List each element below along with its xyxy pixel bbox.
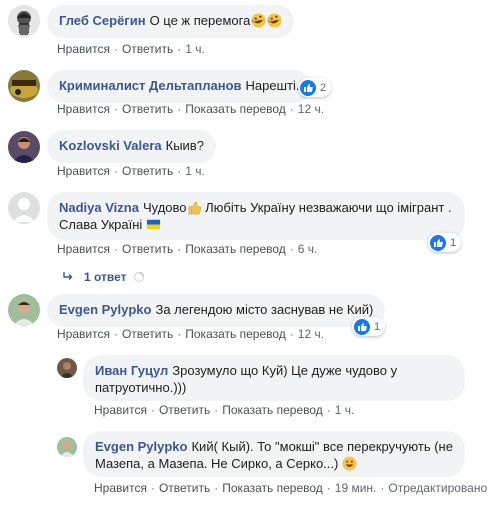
avatar[interactable] bbox=[8, 294, 40, 326]
comment-text: Чудово bbox=[142, 200, 187, 215]
avatar[interactable] bbox=[8, 70, 40, 102]
like-link[interactable]: Нравится bbox=[57, 42, 110, 56]
translate-link[interactable]: Показать перевод bbox=[222, 481, 323, 495]
comment-actions: Нравится · Ответить · 1 ч. bbox=[57, 164, 205, 178]
edited-label[interactable]: Отредактировано bbox=[388, 481, 487, 495]
author-name[interactable]: Nadiya Vizna bbox=[59, 200, 139, 215]
view-replies-link[interactable]: 1 ответ bbox=[62, 269, 145, 285]
loading-spinner-icon bbox=[133, 271, 145, 283]
comment-text: За легендою місто заснував не Кий) bbox=[155, 302, 374, 317]
thumbs-up-emoji bbox=[188, 201, 201, 215]
timestamp[interactable]: 6 ч. bbox=[298, 242, 318, 256]
ukraine-flag-emoji bbox=[146, 219, 160, 230]
grinning-face-emoji bbox=[342, 456, 357, 471]
like-link[interactable]: Нравится bbox=[94, 481, 147, 495]
comment-bubble: Evgen Pylypko За легендою місто заснував … bbox=[47, 294, 386, 327]
timestamp[interactable]: 12 ч. bbox=[298, 327, 324, 341]
comment-bubble: Kozlovski Valera Кыив? bbox=[47, 130, 216, 163]
reply-link[interactable]: Ответить bbox=[122, 327, 173, 341]
reaction-number: 1 bbox=[450, 236, 457, 249]
comment-actions: Нравится · Ответить · Показать перевод · 6 ч. bbox=[57, 242, 318, 256]
translate-link[interactable]: Показать перевод bbox=[185, 102, 286, 116]
translate-link[interactable]: Показать перевод bbox=[222, 403, 323, 417]
reaction-count[interactable]: 1 bbox=[352, 317, 386, 336]
reaction-count[interactable]: 1 bbox=[428, 233, 462, 252]
author-name[interactable]: Иван Гуцул bbox=[95, 363, 168, 378]
reply-link[interactable]: Ответить bbox=[122, 102, 173, 116]
timestamp[interactable]: 19 мин. bbox=[335, 481, 377, 495]
reply-count: 1 ответ bbox=[84, 270, 127, 284]
reply-link[interactable]: Ответить bbox=[122, 164, 173, 178]
timestamp[interactable]: 1 ч. bbox=[185, 42, 205, 56]
author-name[interactable]: Криминалист Дельтапланов bbox=[59, 78, 242, 93]
avatar[interactable] bbox=[57, 437, 77, 457]
like-reaction-icon bbox=[354, 318, 370, 335]
avatar[interactable] bbox=[8, 131, 40, 163]
comment-actions: Нравится · Ответить · Показать перевод · 19 ми… bbox=[94, 481, 488, 495]
timestamp[interactable]: 1 ч. bbox=[185, 164, 205, 178]
comment-text: Кыив? bbox=[165, 138, 204, 153]
like-reaction-icon bbox=[300, 79, 316, 96]
comment-actions: Нравится · Ответить · 1 ч. bbox=[57, 42, 205, 56]
reply-link[interactable]: Ответить bbox=[159, 481, 210, 495]
reaction-number: 1 bbox=[374, 320, 381, 333]
reply-link[interactable]: Ответить bbox=[122, 242, 173, 256]
comment-actions: Нравится · Ответить · Показать перевод · 12 ч. bbox=[57, 327, 325, 341]
comment-bubble: Глеб Серёгин О це ж перемога bbox=[47, 5, 295, 38]
like-link[interactable]: Нравится bbox=[94, 403, 147, 417]
reply-arrow-icon bbox=[63, 272, 73, 280]
rofl-emoji bbox=[267, 13, 282, 28]
comment-bubble: Evgen Pylypko Кий( Кый). То "мокші" все п… bbox=[83, 431, 465, 477]
author-name[interactable]: Глеб Серёгин bbox=[59, 13, 146, 28]
like-link[interactable]: Нравится bbox=[57, 164, 110, 178]
reaction-number: 2 bbox=[320, 81, 327, 94]
comment-bubble: Иван Гуцул Зрозумуло що Куй) Це дуже чудо… bbox=[83, 355, 465, 401]
comment-text-line2: Слава Україні bbox=[59, 217, 143, 232]
avatar[interactable] bbox=[8, 192, 40, 224]
timestamp[interactable]: 12 ч. bbox=[298, 102, 324, 116]
comment-actions: Нравится · Ответить · Показать перевод · 12 ч. bbox=[57, 102, 325, 116]
like-reaction-icon bbox=[430, 234, 446, 251]
like-link[interactable]: Нравится bbox=[57, 242, 110, 256]
like-link[interactable]: Нравится bbox=[57, 327, 110, 341]
comment-bubble: Nadiya Vizna Чудово Любіть Україну незваж… bbox=[47, 192, 465, 240]
timestamp[interactable]: 1 ч. bbox=[335, 403, 355, 417]
comment-text-continued: Любіть Україну незважаючи що імігрант . bbox=[201, 200, 452, 215]
reaction-count[interactable]: 2 bbox=[298, 78, 332, 97]
author-name[interactable]: Evgen Pylypko bbox=[95, 439, 187, 454]
comment-text: О це ж перемога bbox=[149, 13, 251, 28]
reply-link[interactable]: Ответить bbox=[122, 42, 173, 56]
author-name[interactable]: Kozlovski Valera bbox=[59, 138, 162, 153]
rofl-emoji bbox=[251, 13, 266, 28]
translate-link[interactable]: Показать перевод bbox=[185, 242, 286, 256]
comment-actions: Нравится · Ответить · Показать перевод · 1 ч. bbox=[94, 403, 355, 417]
translate-link[interactable]: Показать перевод bbox=[185, 327, 286, 341]
like-link[interactable]: Нравится bbox=[57, 102, 110, 116]
avatar[interactable] bbox=[8, 5, 40, 37]
avatar[interactable] bbox=[57, 358, 77, 378]
comment-text: Нарешті. bbox=[245, 78, 300, 93]
comment-bubble: Криминалист Дельтапланов Нарешті. bbox=[47, 70, 312, 103]
author-name[interactable]: Evgen Pylypko bbox=[59, 302, 151, 317]
reply-link[interactable]: Ответить bbox=[159, 403, 210, 417]
